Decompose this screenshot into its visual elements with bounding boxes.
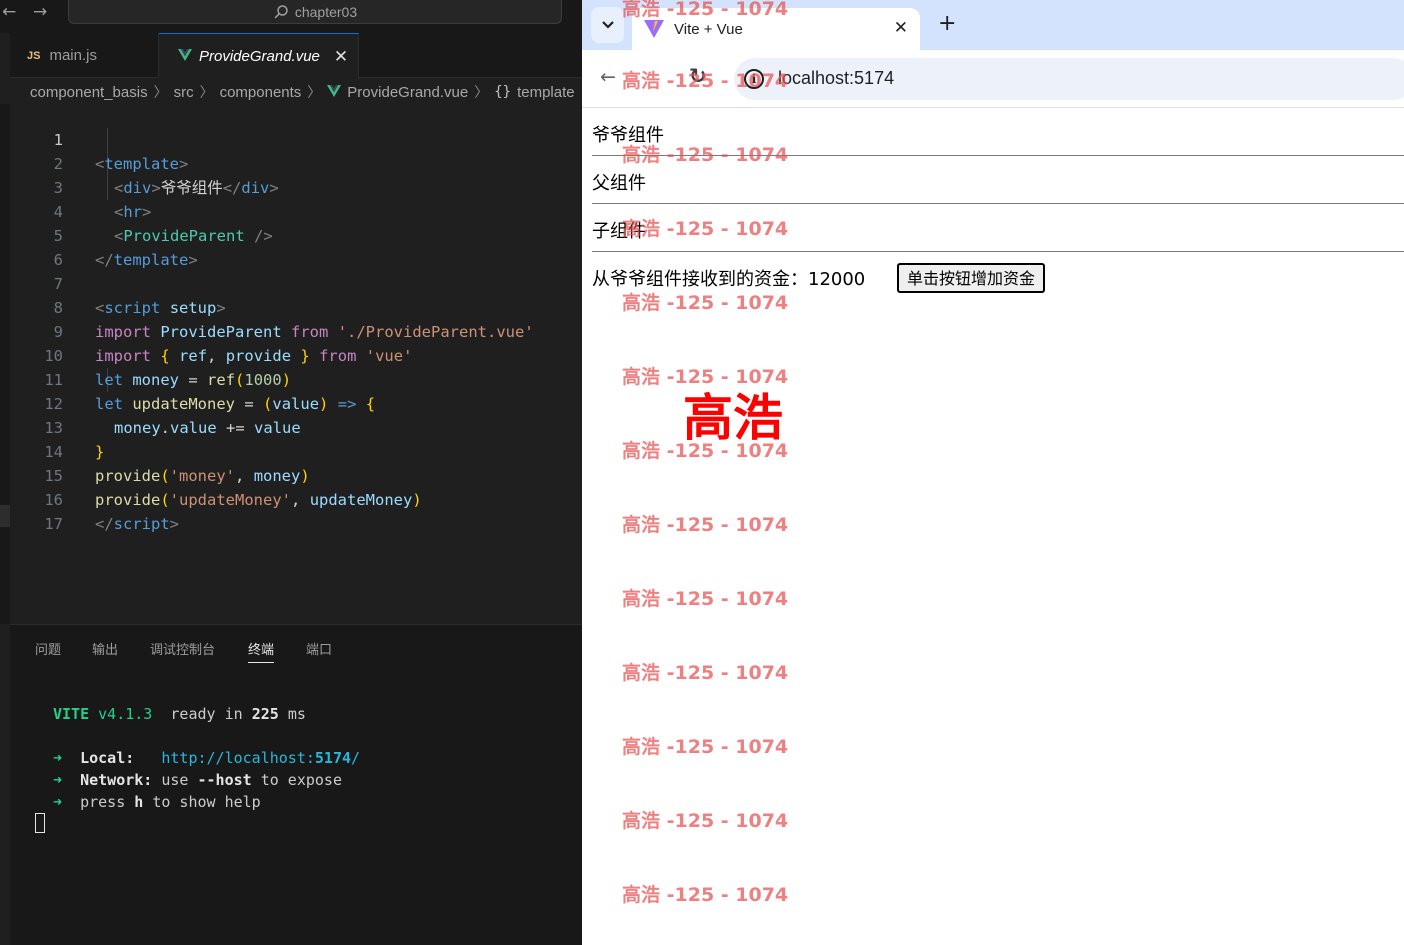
vue-file-icon: [327, 84, 342, 101]
terminal-line: ➜ press h to show help: [53, 793, 261, 811]
terminal-output[interactable]: VITE v4.1.3 ready in 225 ms ➜ Local: htt…: [10, 625, 360, 833]
info-icon[interactable]: i: [744, 69, 764, 89]
browser-tab-strip: Vite + Vue ✕ +: [582, 0, 1404, 50]
search-icon: [274, 4, 288, 19]
editor-tab-bar: JS main.js ProvideGrand.vue ✕: [10, 33, 582, 79]
editor-titlebar: ← → chapter03: [0, 0, 582, 33]
browser-tab-title: Vite + Vue: [674, 20, 743, 38]
vite-logo-icon: [644, 20, 664, 38]
terminal-line: ➜ Local: http://localhost:5174/: [53, 749, 361, 767]
command-center-search[interactable]: chapter03: [68, 0, 562, 24]
code-line: 5 </template>: [10, 200, 582, 269]
url-text: localhost:5174: [778, 68, 895, 88]
tab-debug-console[interactable]: 调试控制台: [150, 639, 215, 658]
scroll-marker: [0, 505, 10, 527]
code-line: 2 <div>爷爷组件</div>: [10, 128, 582, 197]
line-number: 17: [44, 515, 63, 533]
child-component-title: 子组件: [592, 221, 646, 242]
back-arrow-icon[interactable]: ←: [600, 66, 616, 88]
chevron-right-icon: 〉: [153, 84, 168, 100]
breadcrumb-item[interactable]: template: [517, 84, 575, 101]
code-line: 11 let updateMoney = (value) => {: [10, 344, 582, 413]
tab-label: main.js: [49, 47, 97, 64]
code-editor-window: ← → chapter03 JS main.js ProvideGrand.vu…: [0, 0, 582, 945]
code-line: 4 <ProvideParent />: [10, 176, 582, 245]
bottom-panel: 问题 输出 调试控制台 终端 端口 VITE v4.1.3 ready in 2…: [10, 624, 582, 945]
new-tab-icon[interactable]: +: [938, 11, 956, 36]
code-line: 17: [10, 488, 582, 533]
code-line: 15 provide('updateMoney', updateMoney): [10, 440, 582, 509]
forward-arrow-icon[interactable]: →: [33, 2, 47, 22]
code-line: 13 }: [10, 392, 582, 461]
code-area[interactable]: 1 <template> 2 <div>爷爷组件</div> 3 <hr> 4 …: [10, 104, 582, 624]
breadcrumb-item[interactable]: ProvideGrand.vue: [347, 84, 468, 101]
screen: ← → chapter03 JS main.js ProvideGrand.vu…: [0, 0, 1404, 945]
code-line: 8 import ProvideParent from './ProvidePa…: [10, 272, 582, 341]
tab-ports[interactable]: 端口: [306, 639, 332, 658]
breadcrumb-item[interactable]: components: [220, 84, 302, 101]
code-line: 10 let money = ref(1000): [10, 320, 582, 389]
breadcrumb-item[interactable]: component_basis: [30, 84, 148, 101]
divider: [592, 251, 1404, 252]
divider: [592, 203, 1404, 204]
browser-tab-active[interactable]: Vite + Vue ✕: [632, 8, 920, 50]
tab-search-button[interactable]: [591, 7, 624, 43]
increase-funds-button[interactable]: 单击按钮增加资金: [897, 263, 1046, 293]
chevron-right-icon: 〉: [307, 84, 322, 100]
received-label: 从爷爷组件接收到的资金：: [592, 269, 808, 290]
code-line: 1 <template>: [10, 104, 582, 173]
received-funds-text: 从爷爷组件接收到的资金：12000: [592, 265, 865, 291]
code-line: 3 <hr>: [10, 152, 582, 221]
back-arrow-icon[interactable]: ←: [2, 2, 16, 22]
parent-component-title: 父组件: [592, 173, 646, 194]
code-line: 9 import { ref, provide } from 'vue': [10, 296, 582, 365]
grand-component-title: 爷爷组件: [592, 125, 664, 146]
code-line: 16 </script>: [10, 464, 582, 533]
close-icon[interactable]: ✕: [334, 47, 348, 67]
terminal-line: ➜ Network: use --host to expose: [53, 771, 342, 789]
code-line: 7 <script setup>: [10, 248, 582, 317]
divider: [592, 155, 1404, 156]
close-icon[interactable]: ✕: [894, 18, 908, 38]
braces-icon: {}: [494, 84, 512, 100]
tab-provide-grand-vue[interactable]: ProvideGrand.vue ✕: [159, 33, 359, 79]
tab-output[interactable]: 输出: [92, 639, 118, 658]
code-line: 6: [10, 224, 582, 269]
address-bar[interactable]: i localhost:5174: [734, 58, 1404, 100]
workspace-name: chapter03: [294, 3, 358, 20]
funds-amount: 12000: [808, 269, 866, 290]
breadcrumb: component_basis 〉 src 〉 components 〉 Pro…: [30, 80, 575, 104]
tab-main-js[interactable]: JS main.js: [10, 33, 159, 78]
browser-toolbar: ← ↻ i localhost:5174: [582, 50, 1404, 108]
reload-icon[interactable]: ↻: [689, 64, 707, 88]
code-line: 12 money.value += value: [10, 368, 582, 437]
activity-strip: [0, 104, 10, 624]
browser-window: Vite + Vue ✕ + ← ↻ i localhost:5174 爷爷组件…: [582, 0, 1404, 945]
chevron-right-icon: 〉: [474, 84, 489, 100]
breadcrumb-item[interactable]: src: [174, 84, 194, 101]
chevron-right-icon: 〉: [199, 84, 214, 100]
vue-file-icon: [178, 48, 192, 65]
js-file-icon: JS: [27, 49, 41, 62]
tab-terminal[interactable]: 终端: [248, 639, 275, 663]
web-page-content: 爷爷组件 父组件 子组件 从爷爷组件接收到的资金：12000 单击按钮增加资金: [582, 109, 1404, 945]
code-line: 14 provide('money', money): [10, 416, 582, 485]
terminal-line: VITE v4.1.3 ready in 225 ms: [53, 705, 306, 723]
tab-label: ProvideGrand.vue: [199, 48, 320, 65]
terminal-cursor: [35, 813, 45, 833]
chevron-down-icon: [601, 21, 614, 29]
